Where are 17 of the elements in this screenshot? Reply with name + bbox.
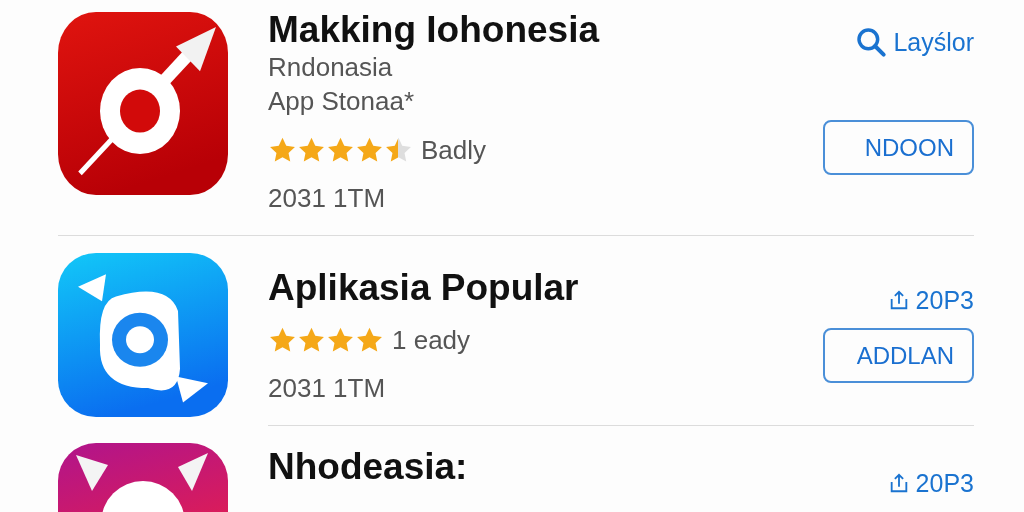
- get-button[interactable]: NDOON: [823, 120, 974, 175]
- app-title: Aplikasia Popular: [268, 268, 580, 308]
- search-icon: [855, 26, 888, 58]
- share-link[interactable]: 20P3: [887, 285, 974, 315]
- rating-label: 1 eady: [392, 324, 471, 357]
- get-button[interactable]: ADDLAN: [823, 328, 974, 383]
- app-meta: 2031 1TM: [268, 182, 387, 215]
- app-title: Makking Iohonesia: [268, 10, 601, 50]
- app-icon[interactable]: [58, 253, 228, 417]
- app-subtitle: Rndonasia: [268, 51, 394, 84]
- app-icon[interactable]: [58, 12, 228, 195]
- search-link[interactable]: Layślor: [855, 26, 974, 58]
- app-title: Nhodeasia:: [268, 447, 469, 487]
- share-link[interactable]: 20P3: [887, 468, 974, 498]
- app-meta: 2031 1TM: [268, 372, 387, 405]
- rating-label: Badly: [421, 134, 487, 167]
- app-subtitle: App Stonaa*: [268, 85, 415, 118]
